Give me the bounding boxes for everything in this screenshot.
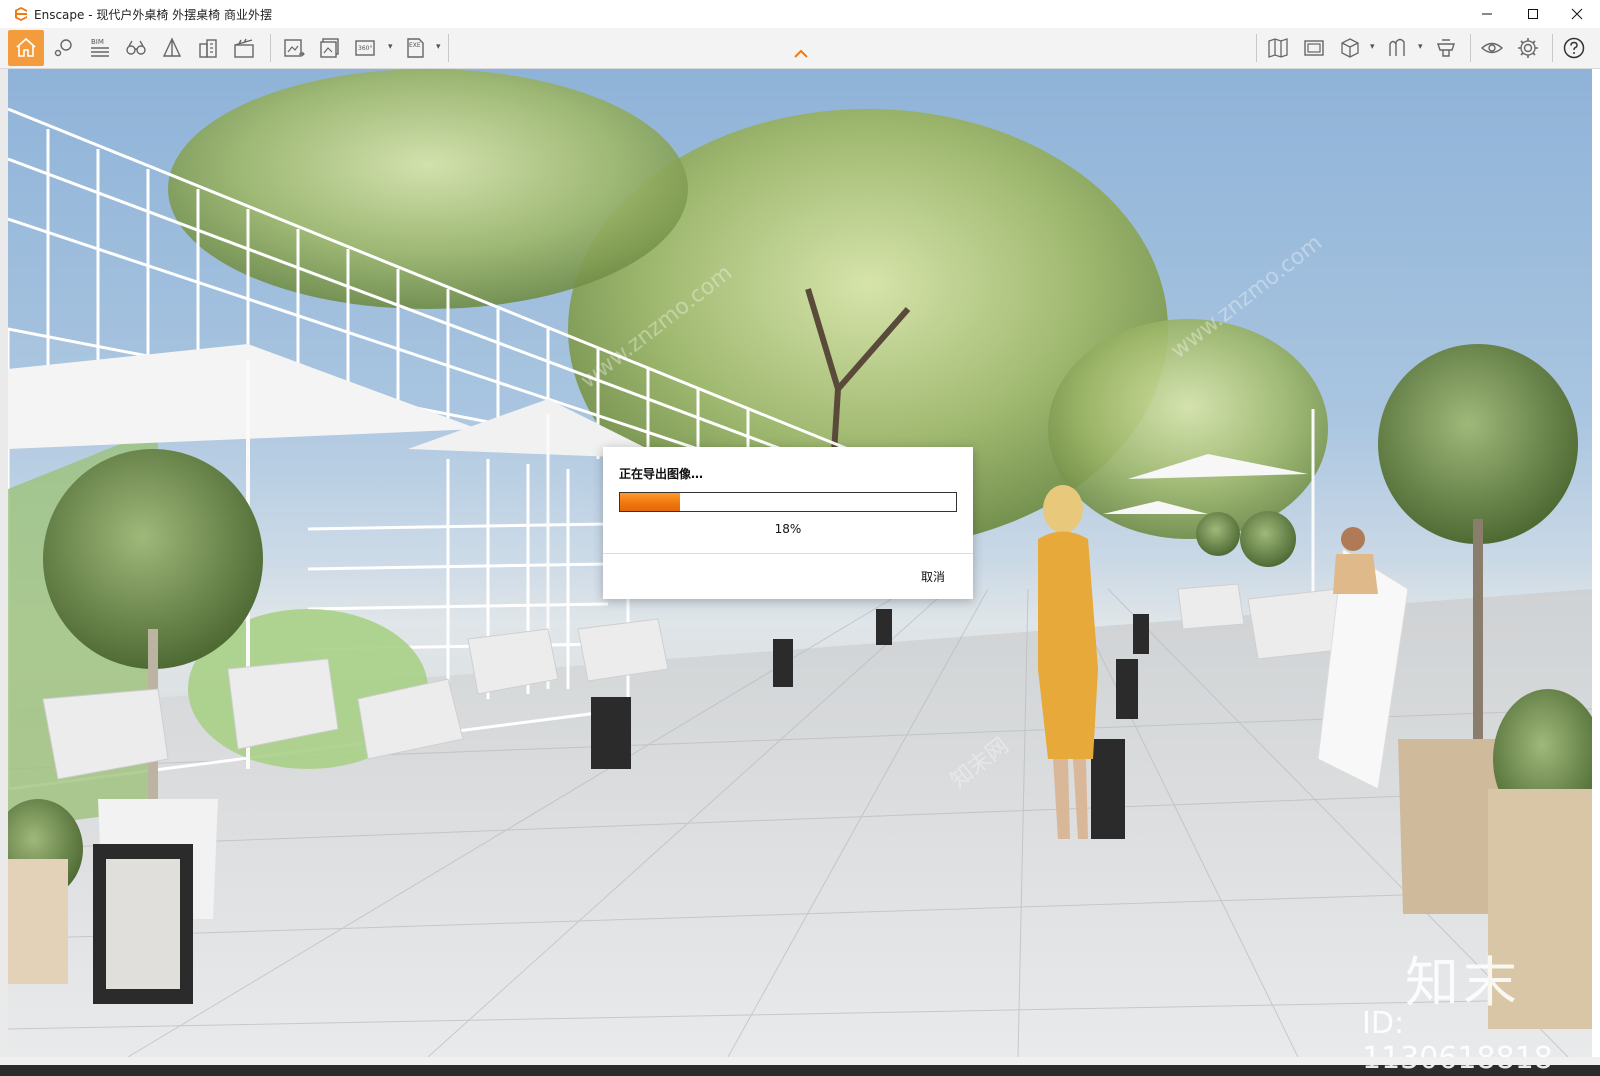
toolbar-separator (1552, 34, 1553, 62)
watermark-id: ID: 1130618818 (1362, 1006, 1553, 1076)
perspective-button[interactable] (156, 32, 188, 64)
panorama-dropdown-icon[interactable]: ▾ (388, 42, 396, 52)
views-button[interactable] (1298, 32, 1330, 64)
progress-percent-text: 18% (774, 522, 802, 536)
maximize-button[interactable] (1510, 0, 1556, 28)
video-editor-button[interactable] (228, 32, 260, 64)
objects-dropdown-icon[interactable]: ▾ (1370, 42, 1378, 52)
svg-text:EXE: EXE (409, 42, 421, 49)
render-viewport[interactable]: www.znzmo.com www.znzmo.com 知末网 正在导出图像… … (8, 69, 1592, 1057)
material-editor-icon (1437, 39, 1455, 57)
exe-export-button[interactable]: EXE (400, 32, 432, 64)
close-icon (1571, 8, 1583, 20)
toolbar-separator (448, 34, 449, 62)
svg-text:BIM: BIM (91, 38, 104, 46)
batch-render-icon (320, 38, 339, 58)
settings-button[interactable] (1512, 32, 1544, 64)
tree-canopy (168, 69, 688, 309)
left-edge (0, 69, 8, 1057)
bottom-edge (0, 1057, 1600, 1065)
buildings-icon (199, 39, 217, 58)
enscape-logo-icon (15, 7, 27, 21)
bim-icon: BIM (91, 38, 109, 57)
asset-library-icon (1389, 38, 1405, 56)
cancel-button[interactable]: 取消 (915, 564, 951, 589)
location-pin-icon (54, 39, 72, 57)
planter (8, 859, 68, 984)
window-title: Enscape - 现代户外桌椅 外摆桌椅 商业外摆 (34, 8, 272, 22)
dialog-divider (603, 553, 973, 554)
progress-bar-fill (620, 493, 681, 511)
perspective-icon (162, 37, 182, 57)
objects-button[interactable] (1334, 32, 1366, 64)
toolbar-separator (270, 34, 271, 62)
exe-export-icon: EXE (407, 38, 424, 58)
map-button[interactable] (1262, 32, 1294, 64)
views-icon (1304, 40, 1324, 56)
asset-dropdown-icon[interactable]: ▾ (1418, 42, 1426, 52)
home-button[interactable] (8, 30, 44, 66)
visual-settings-button[interactable] (1476, 32, 1508, 64)
home-icon (16, 37, 36, 57)
settings-icon (1518, 38, 1538, 58)
app-window: Enscape - 现代户外桌椅 外摆桌椅 商业外摆 BIM 360° ▾ EX… (0, 0, 1600, 1076)
help-button[interactable] (1558, 32, 1590, 64)
map-icon (1268, 38, 1288, 58)
dialog-title: 正在导出图像… (619, 467, 704, 481)
topiary-tree (1378, 344, 1578, 544)
buildings-button[interactable] (192, 32, 224, 64)
screenshot-button[interactable] (278, 32, 310, 64)
toolbar-separator (1256, 34, 1257, 62)
bim-button[interactable]: BIM (84, 32, 116, 64)
progress-bar (619, 492, 957, 512)
material-editor-button[interactable] (1430, 32, 1462, 64)
panorama-button[interactable]: 360° (350, 32, 382, 64)
export-progress-dialog: 正在导出图像… 18% 取消 (603, 447, 973, 599)
collapse-toolbar-icon[interactable] (793, 48, 809, 60)
binoculars-icon (126, 40, 146, 55)
batch-render-button[interactable] (314, 32, 346, 64)
help-icon (1563, 37, 1585, 59)
cube-icon (1341, 38, 1359, 58)
toolbar-separator (1470, 34, 1471, 62)
svg-text:360°: 360° (358, 45, 372, 52)
seated-person (1333, 527, 1378, 594)
minimize-icon (1482, 13, 1492, 15)
close-button[interactable] (1554, 0, 1600, 28)
screenshot-icon (284, 39, 305, 57)
visual-settings-icon (1480, 42, 1504, 54)
title-bar: Enscape - 现代户外桌椅 外摆桌椅 商业外摆 (0, 0, 1600, 29)
panorama-icon: 360° (355, 40, 375, 56)
minimize-button[interactable] (1464, 0, 1510, 28)
clapperboard-icon (234, 38, 254, 58)
location-button[interactable] (48, 32, 80, 64)
maximize-icon (1528, 9, 1538, 19)
walk-mode-button[interactable] (120, 32, 152, 64)
exe-dropdown-icon[interactable]: ▾ (436, 42, 444, 52)
asset-library-button[interactable] (1382, 32, 1414, 64)
